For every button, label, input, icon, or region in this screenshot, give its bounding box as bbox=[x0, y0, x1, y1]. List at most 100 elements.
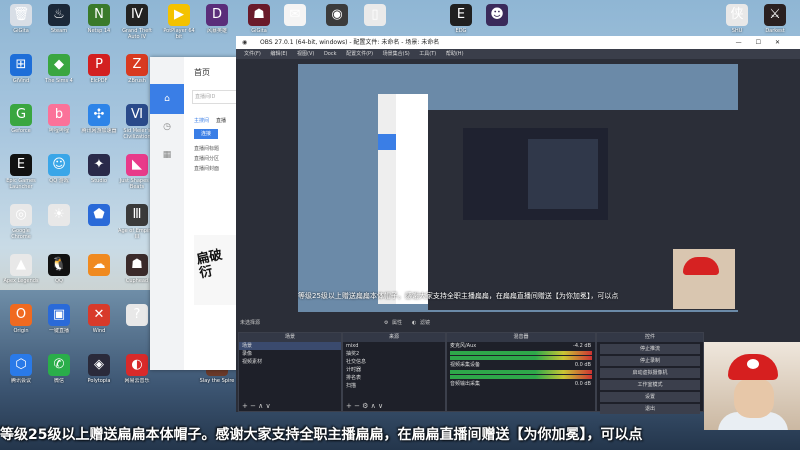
scene-item[interactable]: 录像 bbox=[239, 350, 341, 358]
properties-button[interactable]: 属性 bbox=[392, 318, 402, 328]
app-icon: ◈ bbox=[88, 354, 110, 376]
desktop-icon[interactable]: ♨ Steam bbox=[40, 4, 78, 40]
desktop-icon-label: PotPlayer 64 bit bbox=[163, 28, 195, 40]
app-icon: ◆ bbox=[48, 54, 70, 76]
mixer-header: 混音器 bbox=[447, 333, 595, 342]
desktop-icon[interactable]: 🗑 GiGita bbox=[2, 4, 40, 40]
filter-icon[interactable]: ◐ bbox=[412, 318, 416, 328]
desktop-icon[interactable]: ✣ 腾讯网游加速器 bbox=[80, 104, 118, 140]
list-item[interactable]: 直播间标题 bbox=[194, 145, 219, 152]
desktop-icon[interactable]: ▣ 一键直播 bbox=[40, 304, 78, 340]
menu-profile[interactable]: 配置文件(P) bbox=[346, 51, 373, 57]
desktop-icon-label: Studio bbox=[91, 178, 107, 184]
volume-meter[interactable] bbox=[450, 370, 592, 374]
desktop-icon[interactable]: ☗ GiGita bbox=[240, 4, 278, 40]
desktop-icon[interactable]: ☀ bbox=[40, 204, 78, 240]
obs-titlebar[interactable]: ◉ OBS 27.0.1 (64-bit, windows) - 配置文件: 未… bbox=[236, 36, 800, 49]
page-title: 首页 bbox=[194, 68, 210, 77]
app-icon: ◣ bbox=[126, 154, 148, 176]
desktop-icon[interactable]: ◆ The Sims 4 bbox=[40, 54, 78, 90]
desktop-icon-label: QQ 游戏 bbox=[49, 178, 69, 184]
settings-button[interactable]: 设置 bbox=[600, 392, 700, 402]
desktop-icon[interactable]: ⊞ GiVind bbox=[2, 54, 40, 90]
app-icon: Ⅲ bbox=[126, 204, 148, 226]
desktop-icon-label: Grand Theft Auto IV bbox=[122, 28, 152, 40]
menu-file[interactable]: 文件(F) bbox=[244, 51, 261, 57]
desktop-icon[interactable]: P ElcPDF bbox=[80, 54, 118, 90]
volume-meter[interactable] bbox=[450, 356, 592, 360]
source-item[interactable]: mixd bbox=[343, 342, 445, 350]
desktop-icon[interactable]: E Epic Games Launcher bbox=[2, 154, 40, 190]
volume-meter[interactable] bbox=[450, 351, 592, 355]
desktop-icon[interactable]: ▯ bbox=[356, 4, 394, 40]
desktop-icon[interactable]: ◎ Google Chrome bbox=[2, 204, 40, 240]
source-item[interactable]: 排名表 bbox=[343, 374, 445, 382]
desktop-icon[interactable]: E EDG bbox=[442, 4, 480, 40]
menu-dock[interactable]: Dock bbox=[324, 51, 337, 57]
room-id-input[interactable]: 直播间ID bbox=[192, 90, 242, 104]
desktop-icon[interactable]: ▶ PotPlayer 64 bit bbox=[160, 4, 198, 40]
filters-button[interactable]: 滤镜 bbox=[420, 318, 430, 328]
stop-recording-button[interactable]: 停止录制 bbox=[600, 356, 700, 366]
source-item[interactable]: 抽奖2 bbox=[343, 350, 445, 358]
clock-icon[interactable]: ◷ bbox=[162, 122, 172, 132]
source-item[interactable]: 计时器 bbox=[343, 366, 445, 374]
source-controls[interactable]: + − ⚙ ∧ ∨ bbox=[343, 401, 448, 411]
desktop-icon-label: QQ bbox=[55, 278, 63, 284]
preview-canvas[interactable]: 等级25级以上赠送扁扁本体帽子。感谢大家支持全职主播扁扁，在扁扁直播间赠送【为你… bbox=[298, 64, 738, 312]
desktop-icon[interactable]: ⚔ Darkest bbox=[756, 4, 794, 40]
source-item[interactable]: 社交信息 bbox=[343, 358, 445, 366]
desktop-icon[interactable]: 侠 SHU bbox=[718, 4, 756, 40]
desktop-icon[interactable]: D 风暴英雄 bbox=[198, 4, 236, 40]
connect-button[interactable]: 连接 bbox=[194, 129, 218, 139]
tab-main[interactable]: 主搜间 bbox=[194, 117, 209, 124]
exit-button[interactable]: 退出 bbox=[600, 404, 700, 414]
desktop-icon[interactable]: Ⅳ Grand Theft Auto IV bbox=[118, 4, 156, 40]
app-icon: ▶ bbox=[168, 4, 190, 26]
desktop-icon[interactable]: ⬟ bbox=[80, 204, 118, 240]
desktop-icon[interactable]: O Origin bbox=[2, 304, 40, 340]
list-item[interactable]: 直播间分区 bbox=[194, 155, 219, 162]
desktop-icon[interactable]: ✉ bbox=[276, 4, 314, 40]
volume-meter[interactable] bbox=[450, 375, 592, 379]
desktop-icon[interactable]: ⬡ 腾讯会议 bbox=[2, 354, 40, 390]
desktop-icon[interactable]: ☻ bbox=[478, 4, 516, 40]
menu-edit[interactable]: 编辑(E) bbox=[270, 51, 287, 57]
desktop-icon[interactable]: N Netsp 14 bbox=[80, 4, 118, 40]
desktop-icon[interactable]: b 哔哩哔哩 bbox=[40, 104, 78, 140]
menu-tools[interactable]: 工具(T) bbox=[419, 51, 436, 57]
desktop-icon[interactable]: ✕ Wind bbox=[80, 304, 118, 340]
desktop-icon[interactable]: ▲ Apex Legends bbox=[2, 254, 40, 290]
list-item[interactable]: 直播间封面 bbox=[194, 165, 219, 172]
gear-icon[interactable]: ⚙ bbox=[384, 318, 388, 328]
app-icon: ☁ bbox=[88, 254, 110, 276]
desktop-icon[interactable]: 🐧 QQ bbox=[40, 254, 78, 290]
stop-streaming-button[interactable]: 停止推流 bbox=[600, 344, 700, 354]
desktop-icon[interactable]: ✦ Studio bbox=[80, 154, 118, 190]
tab-live[interactable]: 直播 bbox=[216, 117, 226, 124]
desktop-icon[interactable]: ◉ bbox=[318, 4, 356, 40]
menu-help[interactable]: 帮助(H) bbox=[446, 51, 464, 57]
app-icon: Ⅳ bbox=[126, 4, 148, 26]
desktop-icon-label: GiGita bbox=[13, 28, 29, 34]
stats-icon[interactable]: ▦ bbox=[162, 150, 172, 160]
menu-view[interactable]: 视图(V) bbox=[297, 51, 314, 57]
desktop-icon[interactable]: ☺ QQ 游戏 bbox=[40, 154, 78, 190]
controls-header: 控件 bbox=[597, 333, 703, 342]
menu-scene-collection[interactable]: 场景集合(S) bbox=[383, 51, 410, 57]
source-item[interactable]: 扫描 bbox=[343, 382, 445, 390]
scene-item[interactable]: 场景 bbox=[239, 342, 341, 350]
app-icon: ⬟ bbox=[88, 204, 110, 226]
scene-controls[interactable]: + − ∧ ∨ bbox=[239, 401, 344, 411]
desktop-icon[interactable]: ☁ bbox=[80, 254, 118, 290]
studio-mode-button[interactable]: 工作室模式 bbox=[600, 380, 700, 390]
desktop-icon[interactable]: ✆ 微信 bbox=[40, 354, 78, 390]
home-icon[interactable]: ⌂ bbox=[162, 94, 172, 104]
window-controls[interactable]: —☐✕ bbox=[736, 36, 794, 49]
desktop-icon[interactable]: G Geforce bbox=[2, 104, 40, 140]
source-toolbar: 未选择源 ⚙ 属性 ◐ 滤镜 bbox=[236, 318, 800, 328]
browser-window[interactable]: ⌂ ◷ ▦ 首页 直播间ID 主搜间 直播 连接 直播间标题 直播间分区 直播间… bbox=[150, 57, 242, 370]
scene-item[interactable]: 视频素材 bbox=[239, 358, 341, 366]
virtual-camera-button[interactable]: 启动虚拟摄像机 bbox=[600, 368, 700, 378]
desktop-icon[interactable]: ◈ Polytopia bbox=[80, 354, 118, 390]
